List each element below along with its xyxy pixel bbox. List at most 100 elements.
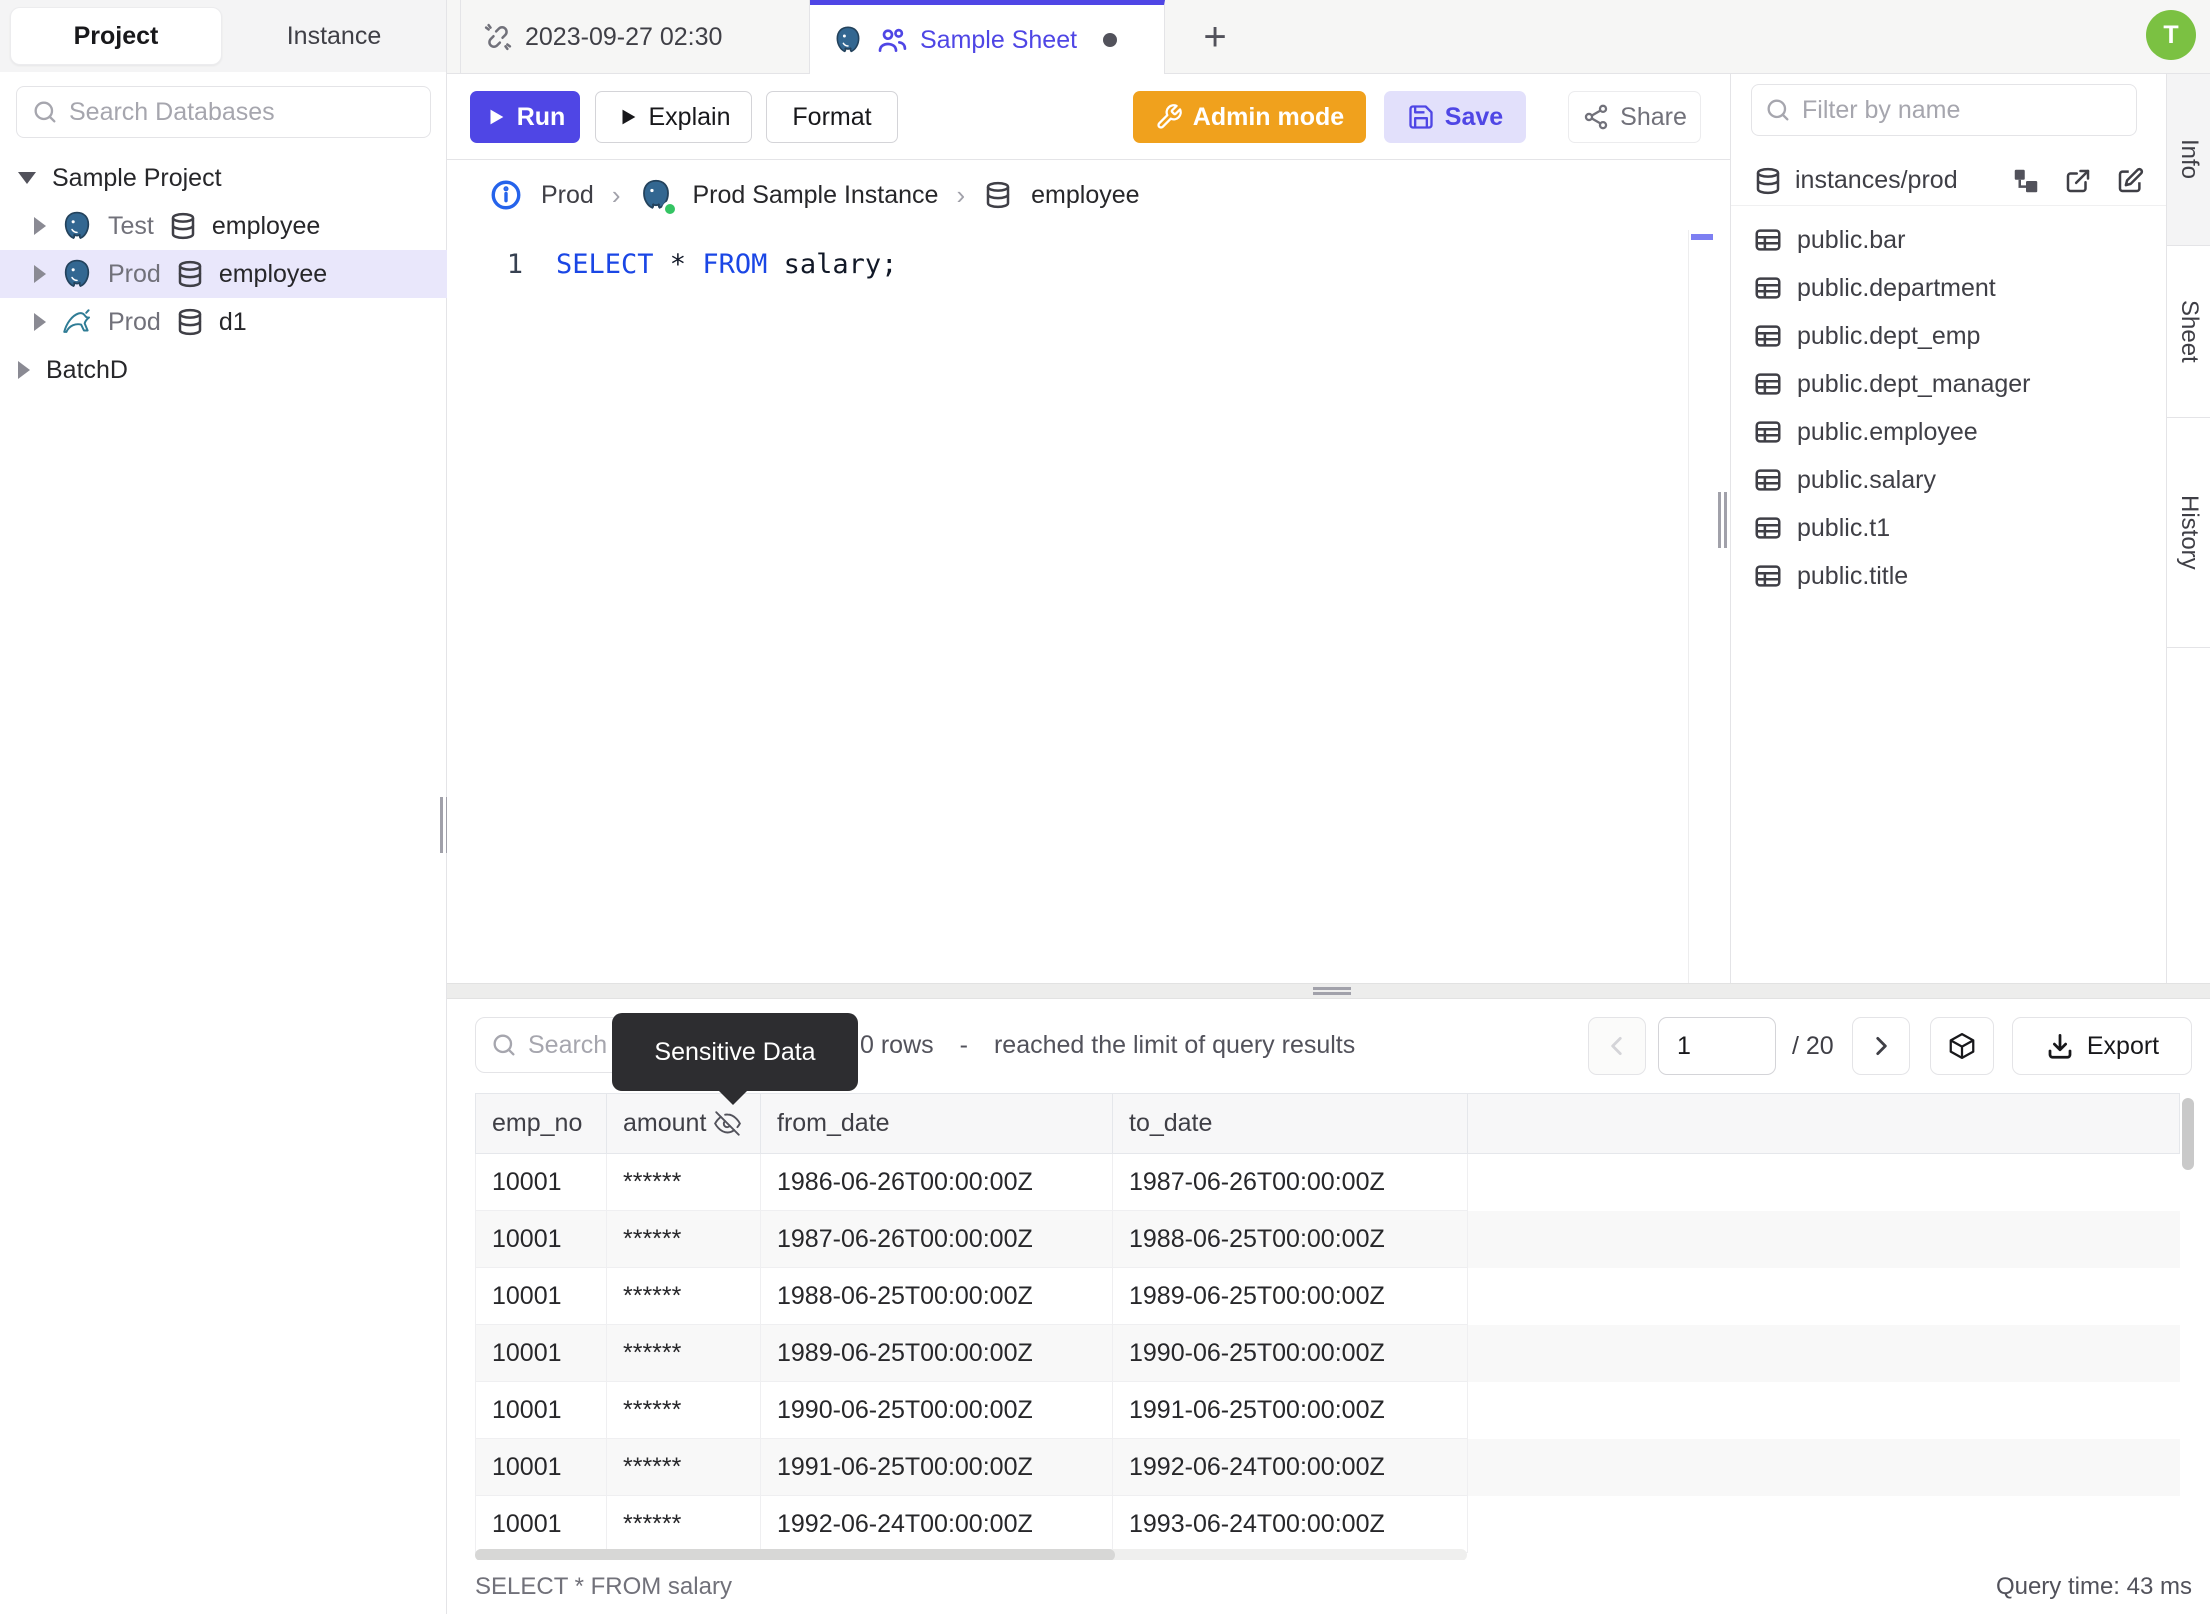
tab-adhoc-sheet[interactable]: 2023-09-27 02:30 — [460, 0, 810, 74]
table-list-item[interactable]: public.department — [1731, 264, 2167, 312]
cell[interactable]: 10001 — [475, 1381, 607, 1439]
table-row[interactable]: 10001 ****** 1987-06-26T00:00:00Z 1988-06-2… — [475, 1210, 2180, 1268]
vertical-scrollbar-thumb[interactable] — [2182, 1098, 2194, 1170]
save-button[interactable]: Save — [1384, 91, 1526, 143]
export-button[interactable]: Export — [2012, 1017, 2192, 1075]
cell-masked[interactable]: ****** — [606, 1438, 761, 1496]
database-icon — [1753, 166, 1783, 196]
table-list-item[interactable]: public.t1 — [1731, 504, 2167, 552]
cell[interactable]: 1991-06-25T00:00:00Z — [1112, 1381, 1468, 1439]
limit-text: reached the limit of query results — [993, 1030, 1356, 1059]
table-row[interactable]: 10001 ****** 1992-06-24T00:00:00Z 1993-06-2… — [475, 1495, 2180, 1553]
table-list-item[interactable]: public.salary — [1731, 456, 2167, 504]
cell[interactable]: 1989-06-25T00:00:00Z — [1112, 1267, 1468, 1325]
tab-sample-sheet-active[interactable]: Sample Sheet — [810, 0, 1165, 75]
caret-right-icon[interactable] — [34, 265, 46, 283]
table-list-item[interactable]: public.dept_manager — [1731, 360, 2167, 408]
table-row[interactable]: 10001 ****** 1991-06-25T00:00:00Z 1992-06-2… — [475, 1438, 2180, 1496]
run-button[interactable]: Run — [470, 91, 580, 143]
info-icon[interactable] — [489, 178, 523, 212]
sql-keyword: FROM — [702, 248, 768, 280]
cell[interactable]: 1990-06-25T00:00:00Z — [760, 1381, 1113, 1439]
column-header-emp-no[interactable]: emp_no — [475, 1093, 607, 1154]
tab-history[interactable]: History — [2167, 418, 2210, 648]
new-tab-button[interactable]: + — [1192, 14, 1238, 60]
right-panel-resize-handle[interactable] — [1718, 492, 1727, 548]
caret-right-icon[interactable] — [34, 313, 46, 331]
explain-button[interactable]: Explain — [595, 91, 752, 143]
results-resize-divider[interactable] — [447, 983, 2210, 999]
edit-icon[interactable] — [2115, 166, 2145, 196]
db-label: d1 — [218, 307, 247, 336]
cell[interactable]: 10001 — [475, 1438, 607, 1496]
schema-diagram-icon[interactable] — [2011, 166, 2041, 196]
cell-empty — [1467, 1267, 2180, 1325]
tree-item-sample-project[interactable]: Sample Project — [0, 154, 447, 202]
cell[interactable]: 10001 — [475, 1495, 607, 1553]
left-sidebar: Project Instance Sample Project Test emp… — [0, 0, 449, 1614]
cell-masked[interactable]: ****** — [606, 1210, 761, 1268]
drag-handle[interactable] — [1313, 987, 1351, 995]
caret-right-icon[interactable] — [18, 361, 30, 379]
cell[interactable]: 1989-06-25T00:00:00Z — [760, 1324, 1113, 1382]
cell-masked[interactable]: ****** — [606, 1267, 761, 1325]
tab-timestamp-label: 2023-09-27 02:30 — [525, 22, 723, 51]
cell[interactable]: 1987-06-26T00:00:00Z — [760, 1210, 1113, 1268]
cell[interactable]: 10001 — [475, 1267, 607, 1325]
table-row[interactable]: 10001 ****** 1989-06-25T00:00:00Z 1990-06-2… — [475, 1324, 2180, 1382]
share-button[interactable]: Share — [1568, 91, 1701, 143]
editor-line-1[interactable]: 1 SELECT * FROM salary; — [447, 244, 898, 284]
tab-sheet[interactable]: Sheet — [2167, 246, 2210, 418]
table-row[interactable]: 10001 ****** 1990-06-25T00:00:00Z 1991-06-2… — [475, 1381, 2180, 1439]
data-masking-button[interactable] — [1930, 1017, 1994, 1075]
table-list-item[interactable]: public.dept_emp — [1731, 312, 2167, 360]
external-link-icon[interactable] — [2063, 166, 2093, 196]
cell[interactable]: 1992-06-24T00:00:00Z — [1112, 1438, 1468, 1496]
cell[interactable]: 1987-06-26T00:00:00Z — [1112, 1153, 1468, 1211]
caret-down-icon[interactable] — [18, 172, 36, 184]
cell-masked[interactable]: ****** — [606, 1495, 761, 1553]
cell[interactable]: 1988-06-25T00:00:00Z — [760, 1267, 1113, 1325]
column-header-to-date[interactable]: to_date — [1112, 1093, 1468, 1154]
breadcrumb-database[interactable]: employee — [1031, 181, 1139, 210]
tab-info[interactable]: Info — [2167, 74, 2210, 246]
breadcrumb-instance[interactable]: Prod Sample Instance — [692, 181, 938, 210]
next-page-button[interactable] — [1852, 1017, 1910, 1075]
table-row[interactable]: 10001 ****** 1986-06-26T00:00:00Z 1987-06-2… — [475, 1153, 2180, 1211]
tree-item-prod-d1[interactable]: Prod d1 — [0, 298, 447, 346]
cell-masked[interactable]: ****** — [606, 1381, 761, 1439]
page-number-input[interactable] — [1658, 1017, 1776, 1075]
cell[interactable]: 1988-06-25T00:00:00Z — [1112, 1210, 1468, 1268]
avatar[interactable]: T — [2146, 10, 2196, 60]
format-button[interactable]: Format — [766, 91, 898, 143]
table-list-item[interactable]: public.title — [1731, 552, 2167, 600]
tree-item-batchd[interactable]: BatchD — [0, 346, 447, 394]
table-row[interactable]: 10001 ****** 1988-06-25T00:00:00Z 1989-06-2… — [475, 1267, 2180, 1325]
table-name: public.t1 — [1797, 513, 1891, 542]
cell[interactable]: 1990-06-25T00:00:00Z — [1112, 1324, 1468, 1382]
breadcrumb-env[interactable]: Prod — [541, 181, 594, 210]
column-header-from-date[interactable]: from_date — [760, 1093, 1113, 1154]
eye-off-icon[interactable] — [714, 1110, 742, 1137]
cell[interactable]: 1992-06-24T00:00:00Z — [760, 1495, 1113, 1553]
search-databases-input[interactable] — [69, 97, 416, 127]
prev-page-button[interactable] — [1588, 1017, 1646, 1075]
table-list-item[interactable]: public.employee — [1731, 408, 2167, 456]
cell[interactable]: 10001 — [475, 1324, 607, 1382]
table-list-item[interactable]: public.bar — [1731, 216, 2167, 264]
tab-instance[interactable]: Instance — [222, 0, 446, 72]
cell-masked[interactable]: ****** — [606, 1153, 761, 1211]
cell[interactable]: 1986-06-26T00:00:00Z — [760, 1153, 1113, 1211]
cell-masked[interactable]: ****** — [606, 1324, 761, 1382]
tree-item-test-employee[interactable]: Test employee — [0, 202, 447, 250]
filter-by-name-input[interactable] — [1802, 95, 2124, 125]
admin-mode-button[interactable]: Admin mode — [1133, 91, 1366, 143]
sql-editor[interactable]: 1 SELECT * FROM salary; — [447, 230, 1730, 983]
cell[interactable]: 1993-06-24T00:00:00Z — [1112, 1495, 1468, 1553]
cell[interactable]: 1991-06-25T00:00:00Z — [760, 1438, 1113, 1496]
tree-item-prod-employee-selected[interactable]: Prod employee — [0, 250, 447, 298]
cell[interactable]: 10001 — [475, 1153, 607, 1211]
tab-project[interactable]: Project — [10, 7, 222, 65]
caret-right-icon[interactable] — [34, 217, 46, 235]
cell[interactable]: 10001 — [475, 1210, 607, 1268]
